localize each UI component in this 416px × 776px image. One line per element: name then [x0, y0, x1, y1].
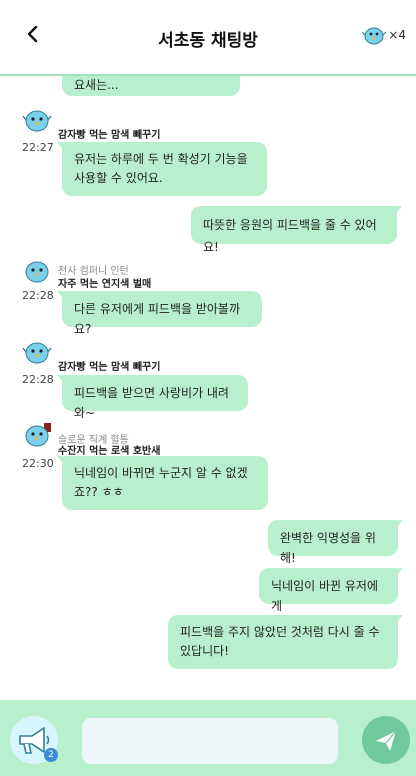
sender-name: 감자빵 먹는 맘색 빼꾸기 [58, 130, 161, 141]
sender-name: 자주 먹는 연지색 벌매 [58, 279, 152, 290]
message-bubble: 피드백을 받으면 사랑비가 내려와~ [57, 375, 248, 420]
message-list[interactable]: 요새는... 감자빵 먹는 맘색 빼꾸기 22:27 유저는 하루에 두 번 확… [0, 76, 416, 700]
sender-name: 수잔지 먹는 로색 호반새 [58, 446, 161, 457]
message-time: 22:30 [22, 457, 54, 470]
page-title: 서초동 채팅방 [158, 31, 258, 51]
message-bubble: 피드백을 주지 않았던 것처럼 다시 줄 수 있답니다! [168, 615, 403, 669]
avatar[interactable] [22, 256, 52, 284]
message-bubble: 닉네임이 바뀌면 누군지 알 수 없겠죠?? ㅎㅎ [57, 456, 268, 510]
input-bar: 2 [0, 700, 416, 776]
message-bubble: 다른 유저에게 피드백을 받아볼까요? [57, 291, 262, 336]
bird-icon [362, 27, 387, 45]
sender-name: 감자빵 먹는 맘색 빼꾸기 [58, 362, 161, 373]
send-button[interactable] [362, 716, 410, 764]
message-time: 22:27 [22, 141, 54, 154]
message-bubble: 요새는... [62, 76, 240, 96]
send-icon [376, 730, 397, 751]
message-time: 22:28 [22, 373, 54, 386]
chat-header: 서초동 채팅방 ×4 [0, 0, 416, 76]
avatar[interactable] [22, 338, 52, 366]
avatar[interactable] [22, 421, 52, 449]
message-bubble: 따뜻한 응원의 피드백을 줄 수 있어요! [191, 206, 402, 254]
megaphone-count-badge: 2 [44, 748, 58, 762]
message-bubble: 완벽한 익명성을 위해! [268, 520, 403, 565]
message-bubble: 닉네임이 바뀐 유저에게 [259, 568, 403, 613]
message-bubble: 유저는 하루에 두 번 확성기 기능을 사용할 수 있어요. [57, 142, 267, 196]
message-input[interactable] [82, 718, 338, 764]
member-count-label: ×4 [388, 28, 406, 42]
message-time: 22:28 [22, 289, 54, 302]
member-count[interactable]: ×4 [362, 24, 406, 46]
avatar[interactable] [22, 106, 52, 134]
